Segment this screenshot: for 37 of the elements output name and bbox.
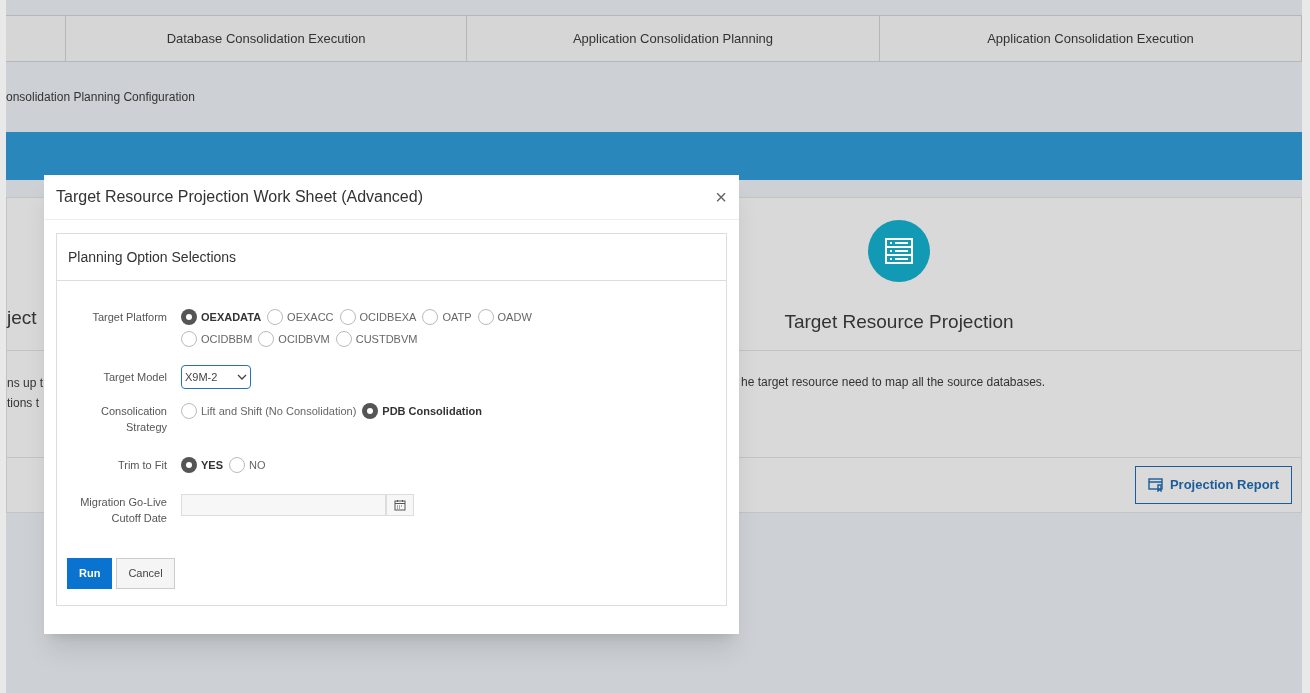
calendar-button[interactable] bbox=[386, 493, 414, 516]
card-title: ject bbox=[7, 305, 37, 330]
radio-option[interactable]: OEXADATA bbox=[181, 309, 262, 326]
radio-option[interactable]: OCIDBVM bbox=[258, 330, 330, 347]
cancel-button[interactable]: Cancel bbox=[116, 557, 175, 589]
radio-option[interactable]: OCIDBEXA bbox=[339, 309, 417, 326]
dialog-title: Target Resource Projection Work Sheet (Advanced) bbox=[56, 187, 423, 207]
report-icon bbox=[1147, 478, 1164, 492]
panel-title: Planning Option Selections bbox=[68, 247, 237, 267]
tab[interactable]: Application Consolidation Planning bbox=[467, 16, 880, 61]
field-label: Consolication Strategy bbox=[99, 404, 167, 435]
radio-option[interactable]: OADW bbox=[477, 309, 532, 326]
card-title: Target Resource Projection bbox=[784, 310, 1014, 334]
date-field[interactable] bbox=[181, 493, 386, 516]
card-description: he target resource need to map all the source databases. bbox=[741, 374, 1046, 391]
field-label: Target Model bbox=[102, 370, 167, 385]
calendar-icon bbox=[394, 498, 406, 511]
radio-option[interactable]: NO bbox=[229, 457, 266, 474]
chevron-down-icon bbox=[237, 374, 247, 380]
radio-option[interactable]: CUSTDBVM bbox=[335, 330, 418, 347]
card-description: ns up t tions t bbox=[7, 375, 43, 412]
radio-option[interactable]: OCIDBBM bbox=[181, 330, 253, 347]
model-select[interactable]: X9M-2 bbox=[181, 365, 251, 389]
field-label: Trim to Fit bbox=[116, 458, 167, 474]
field-label: Target Platform bbox=[91, 310, 167, 325]
field-label: Migration Go-Live Cutoff Date bbox=[79, 494, 167, 526]
radio-option[interactable]: PDB Consolidation bbox=[362, 403, 482, 420]
radio-option[interactable]: OATP bbox=[422, 309, 472, 326]
run-button[interactable]: Run bbox=[67, 557, 113, 589]
tab[interactable]: Application Consolidation Execution bbox=[880, 16, 1302, 61]
breadcrumb: onsolidation Planning Configuration bbox=[6, 89, 195, 106]
close-button[interactable]: × bbox=[715, 187, 727, 207]
tab[interactable]: Database Consolidation Execution bbox=[66, 16, 467, 61]
radio-option[interactable]: Lift and Shift (No Consolidation) bbox=[181, 403, 357, 420]
projection-report-button[interactable]: Projection Report bbox=[1134, 466, 1292, 504]
radio-option[interactable]: YES bbox=[181, 457, 223, 474]
radio-option[interactable]: OEXACC bbox=[267, 309, 334, 326]
